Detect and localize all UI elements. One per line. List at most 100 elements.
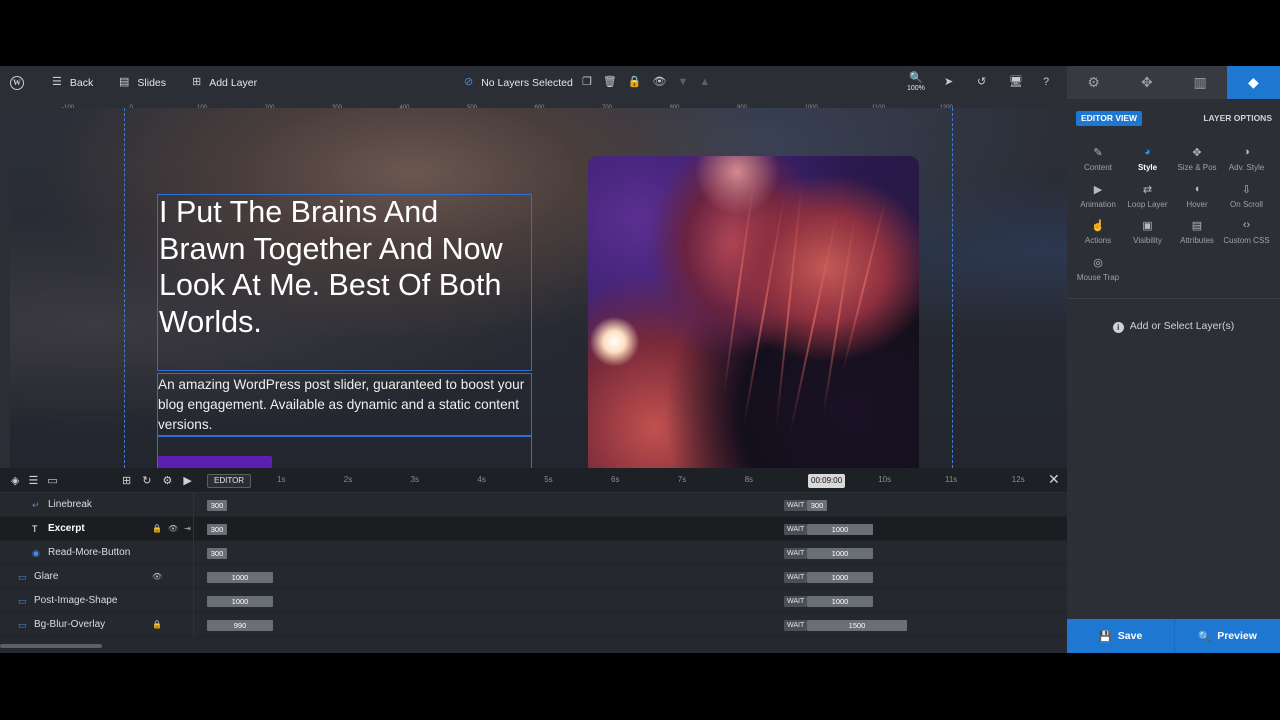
layers-icon[interactable]: ◈ bbox=[11, 474, 19, 487]
option-content[interactable]: ✎ Content bbox=[1073, 146, 1123, 172]
editor-badge[interactable]: EDITOR bbox=[207, 474, 252, 488]
layer-name[interactable]: Post-Image-Shape bbox=[34, 589, 117, 613]
timeline-row[interactable]: ▭ Glare 👁 1000 WAIT 1000 bbox=[0, 565, 1067, 589]
settings-icon[interactable]: ⚙ bbox=[162, 474, 172, 487]
delete-icon[interactable]: 🗑 bbox=[603, 77, 617, 88]
row-tools[interactable]: 🔒 bbox=[152, 613, 168, 637]
close-icon[interactable]: ✕ bbox=[1048, 471, 1060, 488]
out-animation-bar[interactable]: 1000 bbox=[807, 572, 873, 583]
layer-name[interactable]: Excerpt bbox=[48, 517, 85, 541]
save-button[interactable]: 💾 Save bbox=[1067, 619, 1174, 653]
add-layer-label: Add Layer bbox=[209, 76, 258, 89]
option-attributes[interactable]: ▤ Attributes bbox=[1172, 219, 1222, 245]
layer-name[interactable]: Linebreak bbox=[48, 493, 92, 517]
option-on-scroll[interactable]: ⇩ On Scroll bbox=[1222, 183, 1272, 209]
in-animation-bar[interactable]: 300 bbox=[207, 548, 227, 559]
duplicate-icon[interactable]: ❐ bbox=[582, 77, 592, 88]
wait-marker[interactable]: WAIT bbox=[784, 620, 808, 631]
timeline-row[interactable]: ↵ Linebreak 300 WAIT 300 bbox=[0, 493, 1067, 517]
play-icon[interactable]: ▶ bbox=[183, 474, 191, 487]
loop-icon[interactable]: ↻ bbox=[142, 474, 151, 487]
read-more-button[interactable] bbox=[158, 456, 272, 468]
image-detail bbox=[822, 217, 856, 415]
wait-marker[interactable]: WAIT bbox=[784, 596, 808, 607]
option-hover[interactable]: ◖ Hover bbox=[1172, 183, 1222, 209]
slides-button[interactable]: ▤ Slides bbox=[119, 66, 166, 99]
row-tools[interactable]: 👁 bbox=[152, 565, 168, 589]
grid-icon[interactable]: ⊞ bbox=[122, 474, 131, 487]
desktop-icon: 🖥 bbox=[1009, 76, 1023, 88]
select-tool-button[interactable]: ➤ bbox=[944, 66, 953, 99]
undo-button[interactable]: ↺ bbox=[977, 66, 986, 99]
horizontal-scrollbar[interactable] bbox=[0, 644, 102, 648]
layer-options-panel: ⚙ ✥ ▥ ◆ EDITOR VIEW LAYER OPTIONS ✎ Conte… bbox=[1067, 66, 1280, 653]
row-tools[interactable]: 🔒👁⇥ bbox=[152, 517, 197, 541]
animation-icon: ▶ bbox=[1093, 183, 1103, 196]
folder-icon[interactable]: ▭ bbox=[47, 474, 57, 487]
in-animation-bar[interactable]: 300 bbox=[207, 500, 227, 511]
option-visibility[interactable]: ▣ Visibility bbox=[1123, 219, 1173, 245]
option-mouse-trap[interactable]: ◎ Mouse Trap bbox=[1073, 256, 1123, 282]
arrow-up-icon[interactable]: ▲ bbox=[699, 77, 710, 88]
in-animation-bar[interactable]: 300 bbox=[207, 524, 227, 535]
timeline-row[interactable]: ▭ Post-Image-Shape 1000 WAIT 1000 bbox=[0, 589, 1067, 613]
back-label: Back bbox=[69, 76, 94, 89]
preview-button[interactable]: 🔍 Preview bbox=[1174, 619, 1280, 653]
in-animation-bar[interactable]: 1000 bbox=[207, 596, 273, 607]
row-divider bbox=[193, 565, 194, 589]
settings-tab[interactable]: ⚙ bbox=[1067, 66, 1120, 99]
option-size-pos[interactable]: ✥ Size & Pos bbox=[1172, 146, 1222, 172]
timeline-row[interactable]: ◉ Read-More-Button 300 WAIT 1000 bbox=[0, 541, 1067, 565]
list-icon[interactable]: ☰ bbox=[28, 474, 38, 487]
layer-selection-status: ⊘ No Layers Selected bbox=[464, 66, 573, 99]
in-animation-bar[interactable]: 990 bbox=[207, 620, 273, 631]
vertical-ruler bbox=[0, 108, 10, 468]
out-animation-bar[interactable]: 1000 bbox=[807, 596, 873, 607]
time-tick-label: 12s bbox=[1011, 475, 1025, 484]
slides-grid-icon: ▥ bbox=[1193, 74, 1207, 90]
option-style[interactable]: ◕ Style bbox=[1123, 146, 1173, 172]
wait-marker[interactable]: WAIT bbox=[784, 548, 808, 559]
option-label: Animation bbox=[1080, 199, 1116, 209]
wait-marker[interactable]: WAIT bbox=[784, 524, 808, 535]
visibility-icon[interactable]: 👁 bbox=[653, 77, 667, 88]
help-button[interactable]: ? bbox=[1043, 66, 1049, 99]
back-button[interactable]: ☰ Back bbox=[52, 66, 93, 99]
out-animation-bar[interactable]: 1000 bbox=[807, 524, 873, 535]
wordpress-logo-button[interactable]: W bbox=[10, 66, 24, 99]
add-layer-button[interactable]: ⊞ Add Layer bbox=[192, 66, 257, 99]
layer-name[interactable]: Glare bbox=[34, 565, 58, 589]
lock-icon[interactable]: 🔒 bbox=[628, 77, 642, 88]
in-animation-bar[interactable]: 1000 bbox=[207, 572, 273, 583]
slides-tab[interactable]: ▥ bbox=[1174, 66, 1227, 99]
out-animation-bar[interactable]: 1000 bbox=[807, 548, 873, 559]
option-custom-css[interactable]: ‹› Custom CSS bbox=[1222, 219, 1272, 245]
slide-headline[interactable]: I Put The Brains And Brawn Together And … bbox=[159, 194, 519, 340]
option-loop-layer[interactable]: ⇄ Loop Layer bbox=[1123, 183, 1173, 209]
arrow-down-icon[interactable]: ▼ bbox=[678, 77, 689, 88]
layers-tab[interactable]: ◆ bbox=[1226, 66, 1280, 99]
wait-marker[interactable]: WAIT bbox=[784, 500, 808, 511]
option-animation[interactable]: ▶ Animation bbox=[1073, 183, 1123, 209]
wait-marker[interactable]: WAIT bbox=[784, 572, 808, 583]
time-tick-label: 4s bbox=[477, 475, 486, 484]
timeline-row[interactable]: T Excerpt 🔒👁⇥ 300 WAIT 1000 bbox=[0, 517, 1067, 541]
zoom-control[interactable]: 🔍 100% bbox=[907, 66, 925, 99]
time-tick-label: 5s bbox=[544, 475, 553, 484]
out-animation-bar[interactable]: 300 bbox=[807, 500, 827, 511]
timeline-row[interactable]: ▭ Bg-Blur-Overlay 🔒 990 WAIT 1500 bbox=[0, 613, 1067, 637]
slide-canvas[interactable]: I Put The Brains And Brawn Together And … bbox=[10, 108, 1067, 468]
current-time[interactable]: 00:09:00 bbox=[808, 474, 846, 488]
editor-view-button[interactable]: EDITOR VIEW bbox=[1076, 111, 1143, 126]
slide-excerpt[interactable]: An amazing WordPress post slider, guaran… bbox=[158, 375, 526, 435]
out-animation-bar[interactable]: 1500 bbox=[807, 620, 907, 631]
device-button[interactable]: 🖥 bbox=[1009, 66, 1023, 99]
on-scroll-icon: ⇩ bbox=[1241, 183, 1252, 196]
layer-name[interactable]: Read-More-Button bbox=[48, 541, 130, 565]
option-adv-style[interactable]: ◑ Adv. Style bbox=[1222, 146, 1272, 172]
layer-name[interactable]: Bg-Blur-Overlay bbox=[34, 613, 105, 637]
navigation-tab[interactable]: ✥ bbox=[1120, 66, 1173, 99]
layer-options-button[interactable]: LAYER OPTIONS bbox=[1203, 111, 1272, 126]
option-actions[interactable]: ☝ Actions bbox=[1073, 219, 1123, 245]
post-image[interactable] bbox=[588, 156, 919, 468]
